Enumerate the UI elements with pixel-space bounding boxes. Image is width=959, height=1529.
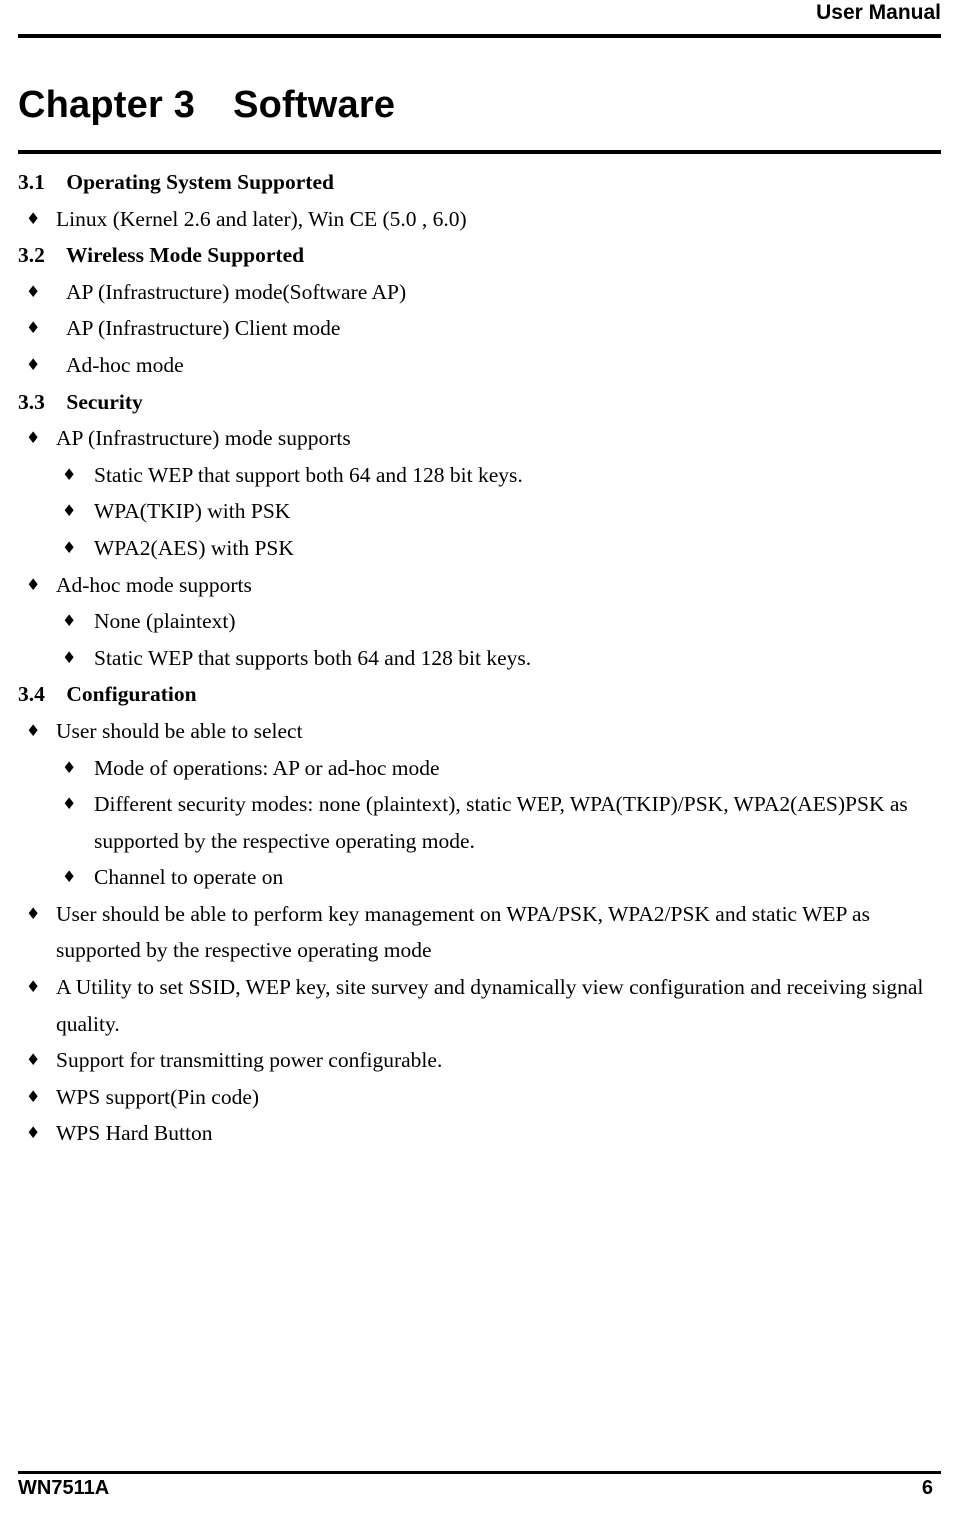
list-item: ♦ User should be able to select: [26, 713, 941, 750]
footer-model: WN7511A: [18, 1477, 110, 1499]
list-item: ♦ AP (Infrastructure) mode(Software AP): [26, 274, 941, 311]
page-footer: WN7511A 6: [18, 1471, 941, 1505]
list-item: ♦ Channel to operate on: [62, 859, 941, 896]
diamond-bullet-icon: ♦: [62, 537, 77, 557]
list-item-label: Channel to operate on: [94, 865, 284, 890]
list-item-label: Static WEP that supports both 64 and 128…: [94, 645, 532, 670]
page-header: User Manual: [18, 0, 941, 40]
list-item-label: WPS support(Pin code): [56, 1084, 260, 1109]
diamond-bullet-icon: ♦: [26, 318, 41, 338]
diamond-bullet-icon: ♦: [26, 428, 41, 448]
list-item: ♦ A Utility to set SSID, WEP key, site su…: [26, 969, 941, 1042]
list-item: ♦ AP (Infrastructure) Client mode: [26, 310, 941, 347]
list-item: ♦ AP (Infrastructure) mode supports: [26, 420, 941, 457]
diamond-bullet-icon: ♦: [62, 794, 77, 814]
diamond-bullet-icon: ♦: [26, 977, 41, 997]
footer-page-number: 6: [921, 1477, 933, 1499]
list-item-label: WPS Hard Button: [56, 1121, 213, 1146]
list-item: ♦ User should be able to perform key mana…: [26, 896, 941, 969]
list-item-label: WPA2(AES) with PSK: [94, 535, 294, 560]
diamond-bullet-icon: ♦: [62, 501, 77, 521]
page-title: Chapter 3 Software: [18, 82, 941, 128]
diamond-bullet-icon: ♦: [26, 208, 41, 228]
diamond-bullet-icon: ♦: [26, 574, 41, 594]
list-item-label: Linux (Kernel 2.6 and later), Win CE (5.…: [56, 206, 467, 231]
section-heading: 3.3 Security: [18, 389, 143, 414]
list-item-label: AP (Infrastructure) mode supports: [56, 426, 351, 451]
diamond-bullet-icon: ♦: [62, 647, 77, 667]
diamond-bullet-icon: ♦: [26, 1086, 41, 1106]
list-item-label: Ad-hoc mode: [66, 352, 184, 377]
diamond-bullet-icon: ♦: [26, 903, 41, 923]
footer-divider: [18, 1471, 941, 1474]
list-item: ♦ WPA(TKIP) with PSK: [62, 493, 941, 530]
list-item-label: Ad-hoc mode supports: [56, 572, 252, 597]
section-heading: 3.1 Operating System Supported: [18, 170, 334, 194]
list-item-label: A Utility to set SSID, WEP key, site sur…: [56, 975, 924, 1036]
document-body: 3.1 Operating System Supported ♦ Linux (Ke…: [18, 164, 941, 1152]
list-item-label: AP (Infrastructure) Client mode: [66, 316, 341, 341]
list-item: ♦ Static WEP that support both 64 and 128…: [62, 457, 941, 494]
list-item-label: Mode of operations: AP or ad-hoc mode: [94, 755, 440, 780]
diamond-bullet-icon: ♦: [62, 757, 77, 777]
list-item: ♦ None (plaintext): [62, 603, 941, 640]
list-item: ♦ Ad-hoc mode supports: [26, 567, 941, 604]
header-divider: [18, 34, 941, 38]
title-divider: [18, 150, 941, 154]
list-item: ♦ Linux (Kernel 2.6 and later), Win CE (5…: [26, 201, 941, 238]
list-item: ♦ WPS Hard Button: [26, 1115, 941, 1152]
diamond-bullet-icon: ♦: [26, 1050, 41, 1070]
list-item: ♦ Mode of operations: AP or ad-hoc mode: [62, 750, 941, 787]
list-item: ♦ Support for transmitting power configur…: [26, 1042, 941, 1079]
chapter-number: Chapter 3: [18, 84, 196, 126]
diamond-bullet-icon: ♦: [62, 611, 77, 631]
list-item: ♦ WPS support(Pin code): [26, 1079, 941, 1116]
list-item-label: Static WEP that support both 64 and 128 …: [94, 462, 523, 487]
list-item-label: Different security modes: none (plaintex…: [94, 792, 908, 853]
section-heading: 3.2 Wireless Mode Supported: [18, 243, 305, 268]
diamond-bullet-icon: ♦: [26, 1123, 41, 1143]
diamond-bullet-icon: ♦: [26, 720, 41, 740]
list-item-label: User should be able to select: [56, 718, 303, 743]
diamond-bullet-icon: ♦: [62, 464, 77, 484]
list-item: ♦ WPA2(AES) with PSK: [62, 530, 941, 567]
diamond-bullet-icon: ♦: [26, 354, 41, 374]
header-title: User Manual: [816, 1, 941, 24]
list-item: ♦ Static WEP that supports both 64 and 12…: [62, 640, 941, 677]
list-item: ♦ Different security modes: none (plainte…: [62, 786, 941, 859]
document-page: User Manual Chapter 3 Software 3.1 Operat…: [0, 0, 959, 1529]
list-item-label: AP (Infrastructure) mode(Software AP): [66, 279, 407, 304]
list-item-label: None (plaintext): [94, 609, 236, 634]
section-heading: 3.4 Configuration: [18, 682, 197, 707]
diamond-bullet-icon: ♦: [26, 281, 41, 301]
diamond-bullet-icon: ♦: [62, 867, 77, 887]
list-item-label: WPA(TKIP) with PSK: [94, 499, 291, 524]
list-item-label: Support for transmitting power configura…: [56, 1048, 443, 1073]
chapter-name: Software: [233, 84, 396, 126]
list-item-label: User should be able to perform key manag…: [56, 901, 870, 963]
list-item: ♦ Ad-hoc mode: [26, 347, 941, 384]
